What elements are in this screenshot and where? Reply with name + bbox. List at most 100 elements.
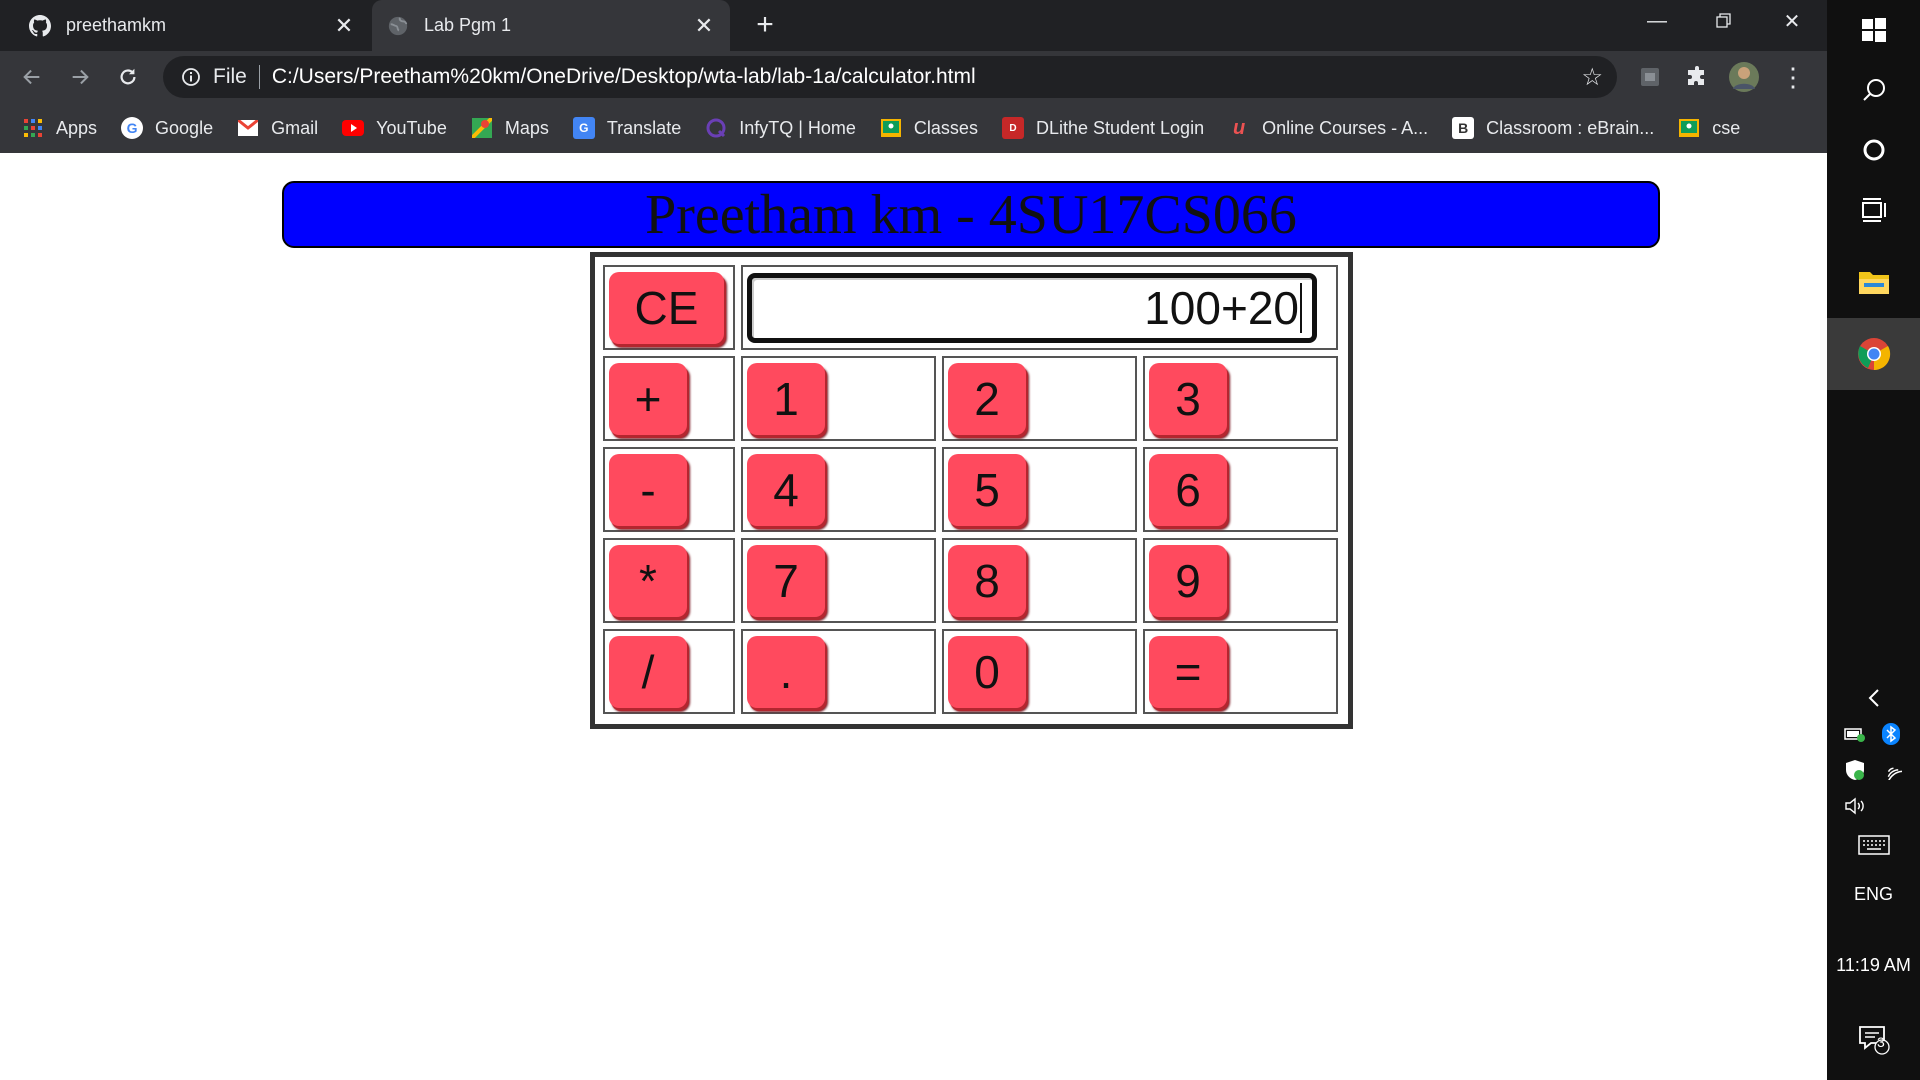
bookmark-label: Google — [155, 117, 214, 138]
bookmark-google[interactable]: G Google — [121, 117, 213, 139]
volume-icon[interactable] — [1841, 792, 1869, 820]
minus-button[interactable]: - — [609, 453, 687, 526]
tab-title: preethamkm — [66, 15, 167, 35]
reload-button[interactable] — [108, 57, 148, 97]
bookmark-classes[interactable]: Classes — [880, 117, 978, 139]
calc-cell: 3 — [1143, 356, 1338, 441]
gmail-icon — [237, 117, 259, 139]
security-shield-icon[interactable] — [1841, 756, 1869, 784]
bluetooth-icon[interactable] — [1877, 720, 1905, 748]
chrome-taskbar-icon[interactable] — [1827, 318, 1920, 390]
bookmark-maps[interactable]: Maps — [471, 117, 549, 139]
clock[interactable]: 11:19 AM — [1827, 955, 1920, 976]
equals-button[interactable]: = — [1149, 635, 1227, 708]
info-icon[interactable] — [179, 65, 203, 89]
extension-icon[interactable] — [1632, 59, 1668, 95]
digit-6-button[interactable]: 6 — [1149, 453, 1227, 526]
bookmark-label: InfyTQ | Home — [739, 117, 856, 138]
minimize-icon[interactable]: — — [1627, 0, 1687, 42]
bookmark-label: cse — [1712, 117, 1741, 138]
address-bar[interactable]: File C:/Users/Preetham%20km/OneDrive/Des… — [163, 56, 1617, 98]
digit-5-button[interactable]: 5 — [948, 453, 1026, 526]
udemy-icon: u — [1232, 116, 1246, 139]
calc-cell: 5 — [942, 447, 1137, 532]
close-icon[interactable]: ✕ — [330, 12, 358, 40]
digit-7-button[interactable]: 7 — [747, 544, 825, 617]
profile-avatar-icon[interactable] — [1726, 59, 1762, 95]
calc-cell: / — [603, 629, 735, 714]
scheme-label: File — [213, 65, 247, 88]
bookmark-infytq[interactable]: InfyTQ | Home — [705, 117, 856, 139]
calc-cell: * — [603, 538, 735, 623]
tab-preethamkm[interactable]: preethamkm ✕ — [14, 0, 370, 51]
bookmark-apps[interactable]: Apps — [22, 117, 97, 139]
plus-button[interactable]: + — [609, 362, 687, 435]
close-window-icon[interactable]: ✕ — [1762, 0, 1822, 42]
display-value: 100+20 — [1144, 281, 1299, 334]
search-icon[interactable] — [1827, 60, 1920, 120]
bookmark-translate[interactable]: G Translate — [572, 117, 681, 139]
tab-lab-pgm-1[interactable]: Lab Pgm 1 ✕ — [372, 0, 730, 51]
digit-0-button[interactable]: 0 — [948, 635, 1026, 708]
digit-8-button[interactable]: 8 — [948, 544, 1026, 617]
close-icon[interactable]: ✕ — [690, 12, 718, 40]
digit-4-button[interactable]: 4 — [747, 453, 825, 526]
multiply-button[interactable]: * — [609, 544, 687, 617]
bookmark-classroom-ebrain[interactable]: B Classroom : eBrain... — [1452, 117, 1654, 139]
globe-icon — [386, 14, 410, 38]
calc-cell: 0 — [942, 629, 1137, 714]
display-cell: 100+20 — [741, 265, 1338, 350]
divider — [258, 65, 260, 89]
bookmark-online-courses[interactable]: u Online Courses - A... — [1228, 117, 1428, 139]
forward-button[interactable] — [60, 57, 100, 97]
digit-9-button[interactable]: 9 — [1149, 544, 1227, 617]
ebrain-icon: B — [1452, 117, 1475, 139]
divide-button[interactable]: / — [609, 635, 687, 708]
menu-kebab-icon[interactable]: ⋮ — [1775, 59, 1811, 95]
language-indicator[interactable]: ENG — [1827, 884, 1920, 905]
touch-keyboard-icon[interactable] — [1827, 820, 1920, 870]
youtube-icon — [342, 117, 365, 139]
bookmark-label: Maps — [504, 117, 549, 138]
file-explorer-icon[interactable] — [1827, 250, 1920, 314]
chevron-left-icon[interactable] — [1827, 678, 1920, 718]
notifications-icon[interactable]: 3 — [1827, 1010, 1920, 1070]
puzzle-icon[interactable] — [1679, 59, 1715, 95]
star-icon[interactable]: ☆ — [1581, 63, 1603, 92]
decimal-point-button[interactable]: . — [747, 635, 825, 708]
page-content: Preetham km - 4SU17CS066 CE 100+20 + 1 2… — [0, 153, 1827, 1080]
page-title: Preetham km - 4SU17CS066 — [282, 181, 1660, 248]
wifi-icon[interactable] — [1877, 756, 1905, 784]
windows-start-icon[interactable] — [1827, 0, 1920, 60]
text-caret — [1300, 282, 1302, 333]
bookmark-dlithe[interactable]: D DLithe Student Login — [1001, 117, 1205, 139]
back-button[interactable] — [12, 57, 52, 97]
bookmark-cse[interactable]: cse — [1678, 117, 1740, 139]
restore-icon[interactable] — [1694, 0, 1754, 42]
maps-icon — [471, 117, 493, 139]
bookmark-label: YouTube — [376, 117, 447, 138]
browser-window: preethamkm ✕ Lab Pgm 1 ✕ + — ✕ File C:/U… — [0, 0, 1827, 1080]
bookmark-youtube[interactable]: YouTube — [342, 117, 447, 139]
digit-3-button[interactable]: 3 — [1149, 362, 1227, 435]
task-view-icon[interactable] — [1827, 180, 1920, 240]
bookmark-label: DLithe Student Login — [1035, 117, 1205, 138]
battery-icon[interactable] — [1841, 720, 1869, 748]
translate-icon: G — [572, 117, 595, 139]
calculator-table: CE 100+20 + 1 2 3 - 4 5 6 * 7 8 9 / . 0 … — [597, 259, 1344, 720]
digit-1-button[interactable]: 1 — [747, 362, 825, 435]
new-tab-button[interactable]: + — [748, 8, 782, 42]
bookmarks-bar: Apps G Google Gmail YouTube Maps G Trans… — [0, 103, 1827, 153]
bookmark-gmail[interactable]: Gmail — [237, 117, 318, 139]
clear-entry-button[interactable]: CE — [609, 271, 724, 344]
cortana-icon[interactable] — [1827, 120, 1920, 180]
github-icon — [28, 14, 52, 38]
digit-2-button[interactable]: 2 — [948, 362, 1026, 435]
google-icon: G — [121, 117, 144, 139]
bookmark-label: Online Courses - A... — [1262, 117, 1429, 138]
calculator-display[interactable]: 100+20 — [747, 272, 1317, 343]
calc-cell: 9 — [1143, 538, 1338, 623]
url-text[interactable]: C:/Users/Preetham%20km/OneDrive/Desktop/… — [272, 65, 1582, 89]
calc-cell: = — [1143, 629, 1338, 714]
calculator: CE 100+20 + 1 2 3 - 4 5 6 * 7 8 9 / . 0 … — [590, 252, 1353, 729]
